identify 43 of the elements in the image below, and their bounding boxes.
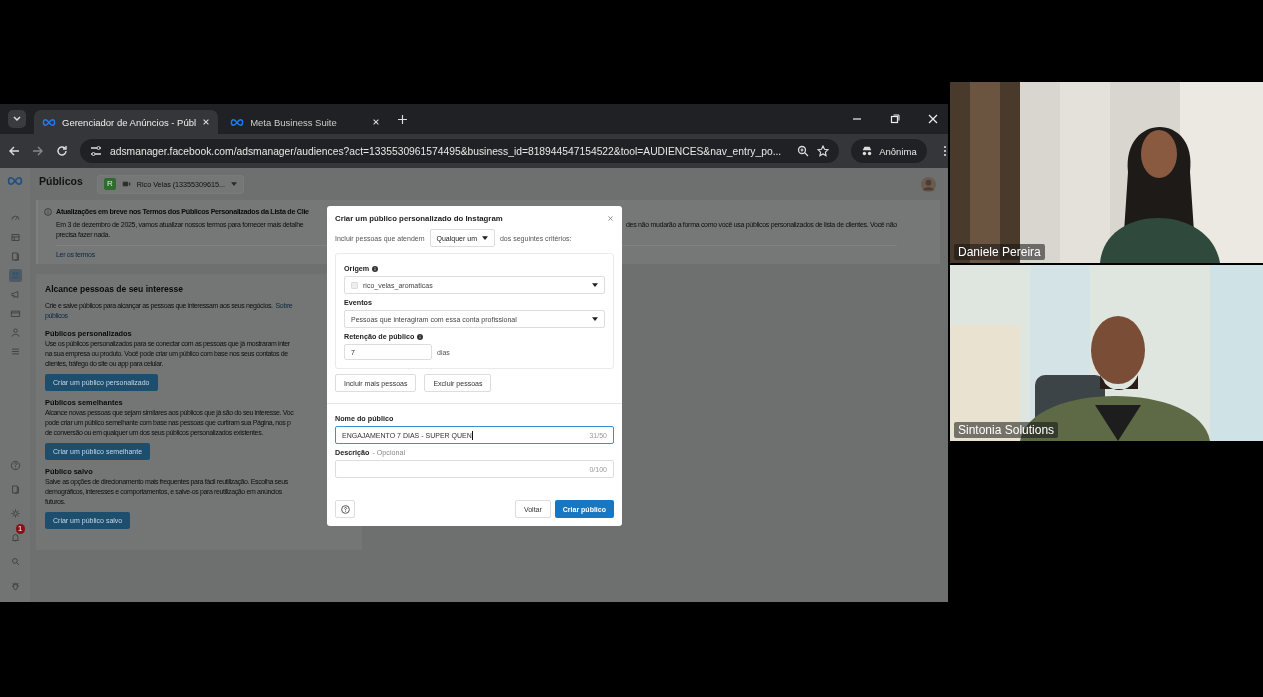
browser-tab[interactable]: Gerenciador de Anúncios - Públ	[34, 110, 219, 134]
account-icon	[351, 281, 358, 289]
tab-list-icon[interactable]	[8, 110, 26, 128]
zoom-icon[interactable]	[797, 145, 810, 157]
account-badge: R	[103, 178, 116, 190]
card-title: Alcance pessoas de seu interesse	[45, 284, 183, 294]
gear-icon[interactable]	[8, 507, 22, 520]
card-icon[interactable]	[8, 307, 22, 320]
close-tab-icon[interactable]	[202, 118, 211, 126]
people-icon[interactable]	[8, 269, 22, 282]
infinity-logo-icon	[42, 117, 56, 127]
forward-icon[interactable]	[32, 145, 44, 157]
incognito-icon	[861, 145, 874, 157]
info-icon	[417, 333, 424, 340]
help-icon	[340, 504, 350, 514]
account-icon	[121, 180, 131, 188]
participant-name: Daniele Pereira	[954, 244, 1045, 260]
person-icon[interactable]	[8, 326, 22, 339]
caret-icon	[481, 236, 488, 240]
infinity-logo-icon	[230, 117, 245, 127]
table-icon[interactable]	[8, 231, 22, 244]
reload-icon[interactable]	[56, 145, 68, 157]
address-bar[interactable]: adsmanager.facebook.com/adsmanager/audiences?act=1335530961574495&business_id=818944547154522&tool=AUDIENCES&nav_entry_po...	[80, 139, 840, 163]
participant-name: Sintonia Solutions	[954, 422, 1059, 438]
browser-tab[interactable]: Meta Business Suite	[222, 110, 389, 134]
help-button[interactable]	[335, 500, 355, 518]
new-tab-icon[interactable]	[398, 114, 408, 124]
caret-icon	[231, 182, 238, 186]
star-icon[interactable]	[817, 145, 830, 157]
avatar-icon[interactable]	[921, 176, 936, 192]
info-icon	[372, 265, 379, 272]
page-title: Públicos	[39, 175, 83, 187]
profile-button[interactable]: Anônima	[851, 139, 927, 163]
caret-icon	[592, 283, 598, 287]
close-tab-icon[interactable]	[372, 118, 381, 126]
caret-icon	[592, 317, 598, 321]
restore-icon[interactable]	[890, 114, 900, 124]
info-icon	[44, 208, 52, 216]
back-icon[interactable]	[8, 145, 20, 157]
megaphone-icon[interactable]	[8, 288, 22, 301]
infinity-logo-icon[interactable]	[7, 176, 23, 186]
help-icon[interactable]	[8, 459, 22, 472]
site-settings-icon[interactable]	[90, 145, 102, 157]
